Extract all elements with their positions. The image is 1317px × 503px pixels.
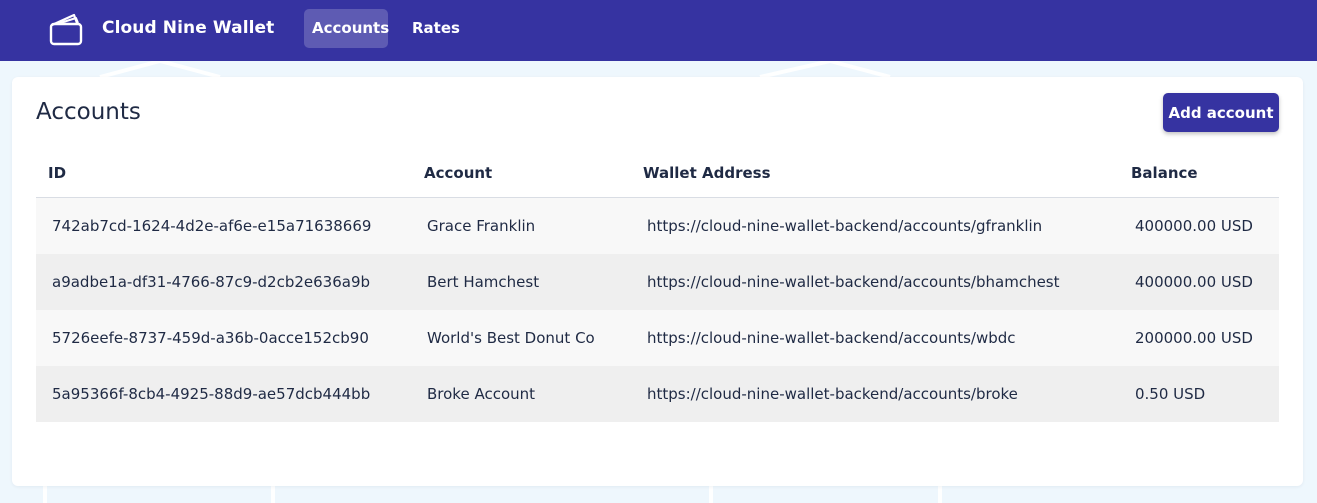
column-header-id: ID [48, 164, 67, 182]
column-header-account: Account [424, 164, 493, 182]
cell-wallet-address: https://cloud-nine-wallet-backend/accoun… [647, 273, 1060, 291]
table-row[interactable]: 5726eefe-8737-459d-a36b-0acce152cb90 Wor… [36, 310, 1279, 366]
nav-item-rates[interactable]: Rates [404, 9, 468, 48]
cell-id: a9adbe1a-df31-4766-87c9-d2cb2e636a9b [52, 273, 371, 291]
cell-wallet-address: https://cloud-nine-wallet-backend/accoun… [647, 217, 1043, 235]
table-header: ID Account Wallet Address Balance [36, 155, 1279, 198]
cell-wallet-address: https://cloud-nine-wallet-backend/accoun… [647, 385, 1018, 403]
cell-id: 5a95366f-8cb4-4925-88d9-ae57dcb444bb [52, 385, 371, 403]
accounts-table: ID Account Wallet Address Balance 742ab7… [36, 155, 1279, 422]
cell-account: Broke Account [427, 385, 536, 403]
table-row[interactable]: 742ab7cd-1624-4d2e-af6e-e15a71638669 Gra… [36, 198, 1279, 254]
column-header-wallet-address: Wallet Address [643, 164, 771, 182]
cell-balance: 0.50 USD [1135, 385, 1206, 403]
table-row[interactable]: a9adbe1a-df31-4766-87c9-d2cb2e636a9b Ber… [36, 254, 1279, 310]
cell-account: Grace Franklin [427, 217, 536, 235]
add-account-button[interactable]: Add account [1163, 93, 1279, 132]
cell-id: 742ab7cd-1624-4d2e-af6e-e15a71638669 [52, 217, 372, 235]
cell-balance: 400000.00 USD [1135, 273, 1253, 291]
cell-balance: 400000.00 USD [1135, 217, 1253, 235]
accounts-card: Accounts Add account ID Account Wallet A… [12, 77, 1303, 486]
table-row[interactable]: 5a95366f-8cb4-4925-88d9-ae57dcb444bb Bro… [36, 366, 1279, 422]
cell-account: World's Best Donut Co [427, 329, 595, 347]
cell-balance: 200000.00 USD [1135, 329, 1253, 347]
page-title: Accounts [36, 99, 141, 125]
cell-wallet-address: https://cloud-nine-wallet-backend/accoun… [647, 329, 1016, 347]
app-name[interactable]: Cloud Nine Wallet [102, 18, 274, 38]
wallet-icon[interactable] [48, 12, 84, 46]
nav-item-accounts[interactable]: Accounts [304, 9, 389, 48]
column-header-balance: Balance [1131, 164, 1198, 182]
top-navbar: Cloud Nine Wallet Accounts Rates [0, 0, 1317, 61]
cell-id: 5726eefe-8737-459d-a36b-0acce152cb90 [52, 329, 369, 347]
cell-account: Bert Hamchest [427, 273, 540, 291]
